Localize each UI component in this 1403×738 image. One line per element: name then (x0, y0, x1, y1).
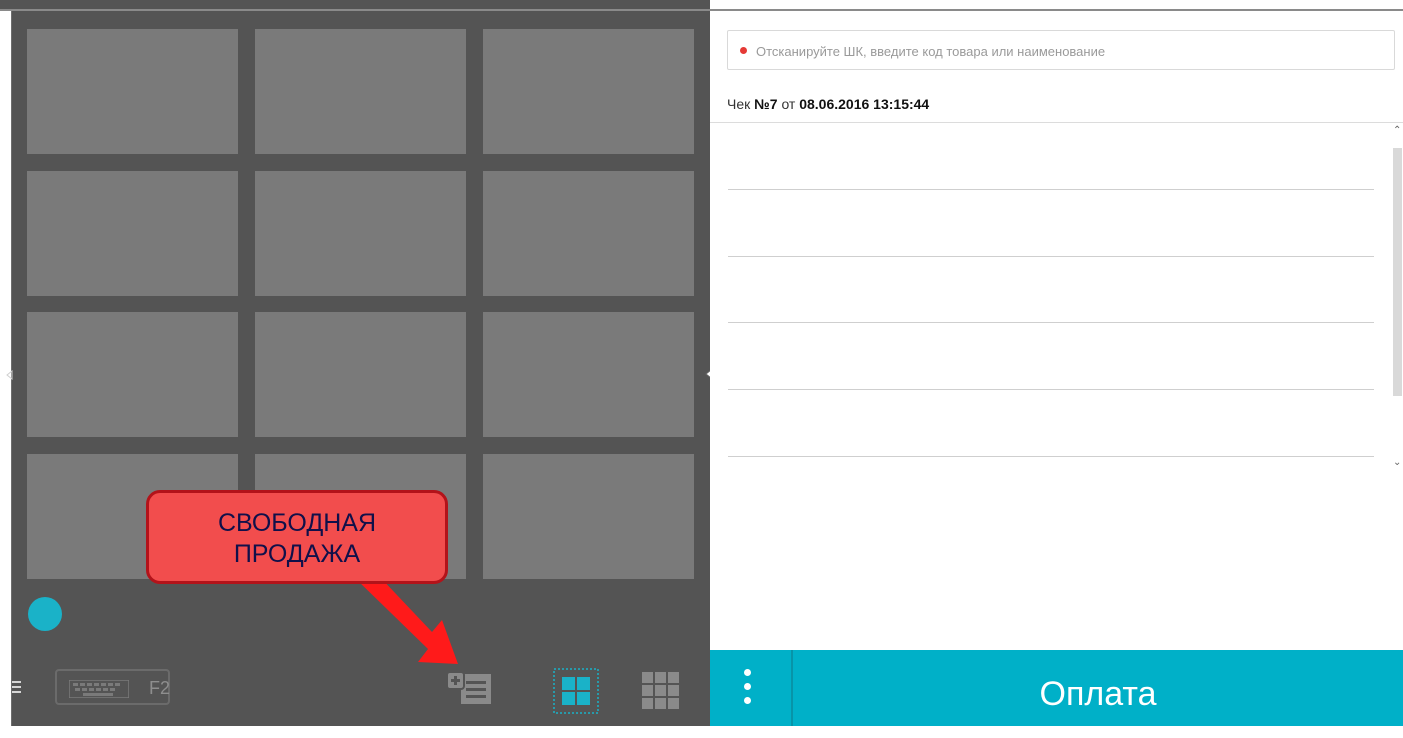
receipt-panel: Чек №7 от 08.06.2016 13:15:44 ⌃ ⌄ Оплата (710, 0, 1403, 726)
product-tile[interactable] (483, 454, 694, 579)
scroll-up-icon[interactable]: ⌃ (1393, 126, 1401, 136)
product-tile[interactable] (483, 171, 694, 296)
scroll-thumb[interactable] (1393, 148, 1402, 396)
keyboard-icon (69, 680, 129, 698)
product-tile[interactable] (27, 312, 238, 437)
callout-line-2: ПРОДАЖА (233, 540, 361, 568)
keyboard-button[interactable]: F2 (55, 669, 170, 705)
free-sale-callout: СВОБОДНАЯ ПРОДАЖА (146, 490, 448, 584)
product-panel: F2 СВОБОДНАЯ ПРОДАЖА (0, 0, 710, 726)
menu-icon[interactable] (12, 681, 24, 697)
top-border (710, 9, 1403, 11)
resize-handle-icon[interactable] (6, 370, 14, 380)
product-tile[interactable] (483, 29, 694, 154)
receipt-prefix: Чек (727, 96, 751, 112)
more-vertical-icon[interactable] (710, 650, 790, 726)
divider (710, 122, 1403, 123)
left-edge (0, 11, 11, 726)
receipt-scrollbar[interactable]: ⌃ ⌄ (1392, 124, 1402, 476)
free-sale-icon[interactable] (447, 670, 493, 706)
scroll-down-icon[interactable]: ⌄ (1393, 458, 1401, 468)
left-edge-line (11, 11, 12, 726)
top-border (0, 9, 710, 11)
list-separator (728, 389, 1374, 390)
product-tile[interactable] (483, 312, 694, 437)
list-separator (728, 189, 1374, 190)
product-tile[interactable] (255, 312, 466, 437)
keyboard-shortcut-label: F2 (149, 678, 171, 698)
required-indicator-icon (740, 47, 747, 54)
list-separator (728, 256, 1374, 257)
receipt-datetime: 08.06.2016 13:15:44 (799, 96, 930, 112)
pay-button[interactable]: Оплата (793, 650, 1403, 726)
callout-line-1: СВОБОДНАЯ (217, 509, 377, 537)
page-indicator-dot[interactable] (28, 597, 62, 631)
receipt-number: №7 (754, 96, 778, 112)
product-tile[interactable] (255, 171, 466, 296)
search-field[interactable] (727, 30, 1395, 70)
payment-bar: Оплата (710, 650, 1403, 726)
search-input[interactable] (754, 39, 1378, 63)
list-separator (728, 456, 1374, 457)
receipt-header: Чек №7 от 08.06.2016 13:15:44 (727, 96, 929, 112)
grid-4-icon[interactable] (553, 668, 599, 714)
product-tile[interactable] (27, 171, 238, 296)
product-tile[interactable] (27, 29, 238, 154)
receipt-from: от (781, 96, 796, 112)
grid-9-icon[interactable] (640, 670, 682, 712)
list-separator (728, 322, 1374, 323)
product-tile[interactable] (255, 29, 466, 154)
